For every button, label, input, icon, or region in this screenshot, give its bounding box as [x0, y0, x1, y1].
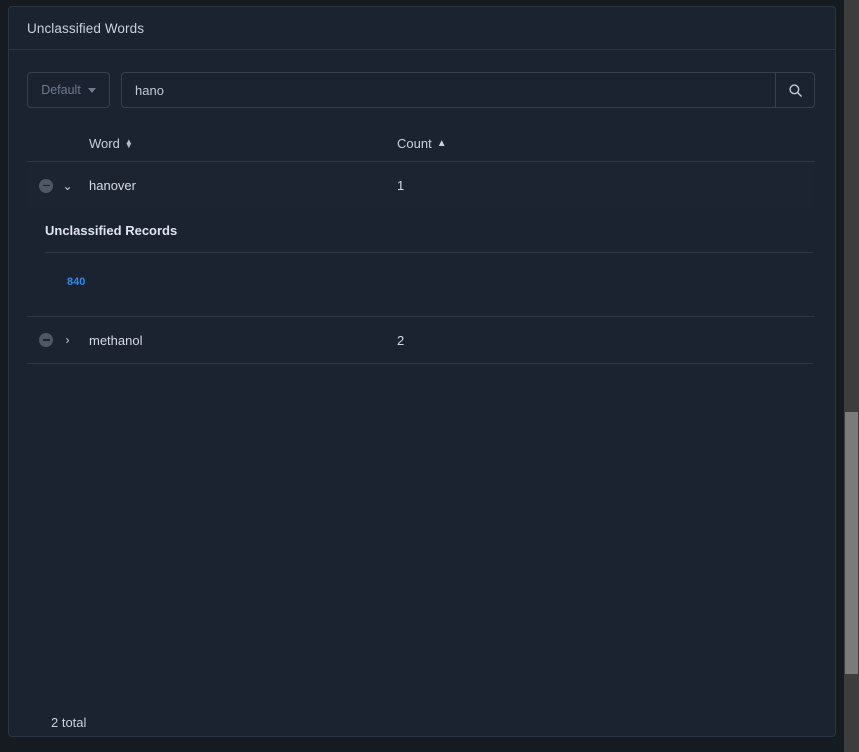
scrollbar-corner: [844, 737, 859, 752]
chevron-down-icon[interactable]: ⌄: [62, 180, 73, 192]
panel-footer: 2 total: [9, 685, 835, 736]
unclassified-words-panel: Unclassified Words Default hano Word ▲ ▼…: [8, 6, 836, 737]
table-header-row: Word ▲ ▼ Count ▲: [27, 126, 815, 162]
minus-circle-icon[interactable]: [39, 333, 53, 347]
column-header-count-label: Count: [397, 136, 432, 151]
panel-body: Default Word: [9, 72, 835, 736]
search-toolbar: Default: [27, 72, 815, 108]
row-detail-value-wrap: 840: [45, 253, 815, 290]
search-input[interactable]: [121, 72, 775, 108]
words-table: Word ▲ ▼ Count ▲ ⌄ hanover 1 Unclassifie…: [27, 108, 815, 364]
cell-word: methanol: [89, 332, 143, 348]
page-title: Unclassified Words: [27, 20, 145, 36]
column-header-count-cell: Count ▲: [391, 136, 815, 151]
row-controls: ›: [27, 333, 89, 347]
search-button[interactable]: [775, 72, 815, 108]
row-detail-title: Unclassified Records: [45, 223, 178, 238]
preset-dropdown-button[interactable]: Default: [27, 72, 110, 108]
cell-count: 2: [397, 332, 405, 348]
caret-down-icon: [87, 87, 96, 93]
vertical-scrollbar-thumb[interactable]: [845, 412, 858, 674]
total-count-label: 2 total: [51, 714, 87, 730]
panel-header: Unclassified Words: [9, 7, 835, 50]
cell-word: hanover: [89, 178, 136, 193]
caret-up-icon: ▲: [436, 137, 447, 149]
unclassified-records-count-link[interactable]: 840: [67, 276, 85, 288]
row-controls: ⌄: [27, 178, 89, 193]
column-header-word-cell: Word ▲ ▼: [27, 136, 391, 151]
table-row[interactable]: › methanol 2: [27, 316, 815, 363]
sort-both-icon: ▲ ▼: [124, 136, 133, 150]
search-icon: [788, 83, 802, 97]
chevron-right-icon[interactable]: ›: [62, 334, 73, 346]
row-detail-panel: Unclassified Records 840: [27, 209, 815, 316]
preset-dropdown-label: Default: [41, 83, 81, 97]
minus-circle-icon[interactable]: [39, 178, 53, 193]
column-header-word-label: Word: [89, 136, 120, 151]
table-bottom-divider: [27, 363, 813, 364]
app-root: Unclassified Words Default hano Word ▲ ▼…: [0, 0, 859, 752]
column-header-count[interactable]: Count ▲: [397, 136, 815, 151]
vertical-scrollbar-track[interactable]: [844, 0, 859, 752]
table-row[interactable]: ⌄ hanover 1: [27, 162, 815, 209]
column-header-word[interactable]: Word ▲ ▼: [89, 136, 391, 151]
cell-count: 1: [397, 178, 405, 193]
